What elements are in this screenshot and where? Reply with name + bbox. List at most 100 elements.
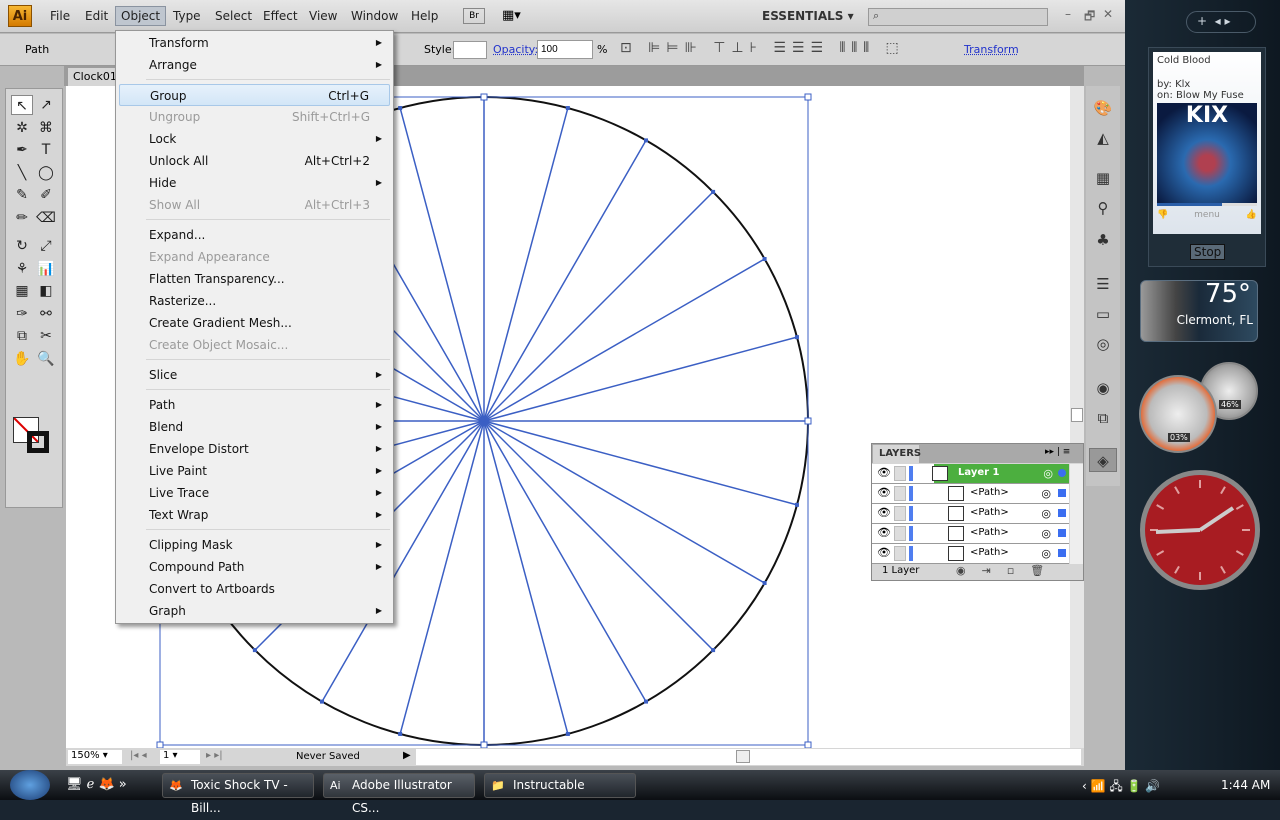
magic-wand-tool-icon[interactable]: ✲ [11, 118, 33, 138]
menu-effect[interactable]: Effect [258, 7, 303, 25]
target-circle-icon[interactable]: ◎ [1041, 487, 1051, 500]
scale-tool-icon[interactable]: ⤢ [35, 236, 57, 256]
blob-brush-tool-icon[interactable]: ✏ [11, 208, 33, 228]
paintbrush-tool-icon[interactable]: ✎ [11, 185, 33, 205]
visibility-eye-icon[interactable]: 👁 [877, 466, 891, 479]
scissors-tool-icon[interactable]: ✂ [35, 326, 57, 346]
selection-indicator[interactable] [1058, 489, 1066, 497]
menu-edit[interactable]: Edit [80, 7, 113, 25]
lock-toggle[interactable] [894, 486, 906, 501]
next-last-artboard[interactable]: ▸ ▸| [206, 750, 223, 761]
zoom-select[interactable]: 150% ▾ [68, 750, 122, 764]
menu-item-rasterize[interactable]: Rasterize... [119, 290, 390, 312]
selection-indicator[interactable] [1058, 549, 1066, 557]
menu-item-flatten-transparency[interactable]: Flatten Transparency... [119, 268, 390, 290]
menu-button[interactable]: menu [1194, 210, 1220, 220]
color-panel-icon[interactable]: 🎨 [1089, 96, 1117, 120]
symbol-sprayer-tool-icon[interactable]: ⚘ [11, 259, 33, 279]
menu-item-transform[interactable]: Transform ▶ [119, 32, 390, 54]
path-row[interactable]: 👁 <Path> ◎ [872, 524, 1069, 544]
menu-item-text-wrap[interactable]: Text Wrap ▶ [119, 504, 390, 526]
visibility-eye-icon[interactable]: 👁 [877, 546, 891, 559]
menu-item-blend[interactable]: Blend ▶ [119, 416, 390, 438]
appearance-panel-icon[interactable]: ◉ [1089, 376, 1117, 400]
quick-launch-icons[interactable]: 🖥 ℯ 🦊 » [66, 777, 127, 792]
symbols-panel-icon[interactable]: ♣ [1089, 228, 1117, 252]
target-circle-icon[interactable]: ◎ [1043, 467, 1053, 480]
live-paint-tool-icon[interactable]: ⧉ [11, 326, 33, 346]
visibility-eye-icon[interactable]: 👁 [877, 486, 891, 499]
menu-view[interactable]: View [304, 7, 342, 25]
lock-toggle[interactable] [894, 526, 906, 541]
menu-item-slice[interactable]: Slice ▶ [119, 364, 390, 386]
menu-item-live-trace[interactable]: Live Trace ▶ [119, 482, 390, 504]
target-circle-icon[interactable]: ◎ [1041, 547, 1051, 560]
search-input[interactable] [868, 8, 1048, 26]
rotate-tool-icon[interactable]: ↻ [11, 236, 33, 256]
mesh-tool-icon[interactable]: ▦ [11, 281, 33, 301]
selection-indicator[interactable] [1058, 509, 1066, 517]
menu-item-path[interactable]: Path ▶ [119, 394, 390, 416]
menu-item-clipping-mask[interactable]: Clipping Mask ▶ [119, 534, 390, 556]
start-button[interactable] [10, 770, 50, 800]
panel-menu-button[interactable]: ▸▸ | ≡ [1045, 447, 1070, 457]
path-row[interactable]: 👁 <Path> ◎ [872, 504, 1069, 524]
minimize-button[interactable]: – [1065, 7, 1071, 21]
color-guide-panel-icon[interactable]: ◭ [1089, 126, 1117, 150]
menu-item-convert-to-artboards[interactable]: Convert to Artboards [119, 578, 390, 600]
eyedropper-tool-icon[interactable]: ✑ [11, 304, 33, 324]
menu-select[interactable]: Select [210, 7, 257, 25]
type-tool-icon[interactable]: T [35, 140, 57, 160]
eraser-tool-icon[interactable]: ⌫ [35, 208, 57, 228]
menu-item-expand[interactable]: Expand... [119, 224, 390, 246]
menu-item-live-paint[interactable]: Live Paint ▶ [119, 460, 390, 482]
lock-toggle[interactable] [894, 466, 906, 481]
menu-item-unlock-all[interactable]: Unlock All Alt+Ctrl+2 [119, 150, 390, 172]
ellipse-tool-icon[interactable]: ◯ [35, 163, 57, 183]
layers-panel-icon[interactable]: ◈ [1089, 448, 1117, 472]
tab-clock01[interactable]: Clock01 [68, 68, 118, 86]
visibility-eye-icon[interactable]: 👁 [877, 526, 891, 539]
menu-help[interactable]: Help [406, 7, 443, 25]
pencil-tool-icon[interactable]: ✐ [35, 185, 57, 205]
graphic-styles-panel-icon[interactable]: ⧉ [1089, 406, 1117, 430]
thumbs-up-icon[interactable]: 👍 [1246, 210, 1257, 220]
first-prev-artboard[interactable]: |◂ ◂ [130, 750, 147, 761]
menu-item-create-gradient-mesh[interactable]: Create Gradient Mesh... [119, 312, 390, 334]
selection-indicator[interactable] [1058, 469, 1066, 477]
workspace-switcher[interactable]: ESSENTIALS ▾ [762, 9, 854, 23]
align-buttons[interactable]: ⊡ ⊫⊨⊪ ⊤⊥⊦ ☰☰☰ ⫴⫴⫴ ⬚ [620, 40, 905, 56]
horizontal-scrollbar[interactable] [416, 749, 1081, 765]
transform-link[interactable]: Transform [964, 43, 1019, 56]
menu-item-graph[interactable]: Graph ▶ [119, 600, 390, 622]
status-menu-arrow[interactable]: ▶ [403, 750, 411, 761]
pen-tool-icon[interactable]: ✒ [11, 140, 33, 160]
visibility-eye-icon[interactable]: 👁 [877, 506, 891, 519]
line-tool-icon[interactable]: ╲ [11, 163, 33, 183]
sidebar-controls[interactable]: + ◂ ▸ [1186, 11, 1256, 33]
menu-type[interactable]: Type [168, 7, 206, 25]
layer-action-buttons[interactable]: ◉⇥▫🗑 [956, 564, 1060, 577]
menu-item-lock[interactable]: Lock ▶ [119, 128, 390, 150]
layers-tab[interactable]: LAYERS [873, 445, 921, 463]
path-row[interactable]: 👁 <Path> ◎ [872, 484, 1069, 504]
zoom-tool-icon[interactable]: 🔍 [35, 349, 57, 369]
opacity-link[interactable]: Opacity: [493, 43, 538, 56]
menu-object[interactable]: Object [115, 6, 167, 26]
lasso-tool-icon[interactable]: ⌘ [35, 118, 57, 138]
hand-tool-icon[interactable]: ✋ [11, 349, 33, 369]
layers-scrollbar[interactable] [1070, 464, 1083, 564]
taskbar-item[interactable]: 🦊 Toxic Shock TV - Bill... [162, 773, 314, 815]
arrange-documents-button[interactable]: ▦▾ [502, 8, 532, 24]
transparency-panel-icon[interactable]: ◎ [1089, 332, 1117, 356]
brushes-panel-icon[interactable]: ⚲ [1089, 196, 1117, 220]
blend-tool-icon[interactable]: ⚯ [35, 304, 57, 324]
taskbar-item[interactable]: 📁 Instructable [484, 773, 636, 798]
artboard-select[interactable]: 1 ▾ [160, 750, 200, 764]
tray-icons[interactable]: ‹ 📶 🖧 🔋 🔊 [1082, 777, 1160, 798]
stop-button[interactable]: Stop [1190, 244, 1226, 260]
menu-item-arrange[interactable]: Arrange ▶ [119, 54, 390, 76]
style-dropdown[interactable] [453, 41, 487, 59]
weather-gadget[interactable]: 75° Clermont, FL [1140, 280, 1258, 342]
bridge-button[interactable]: Br [463, 8, 485, 24]
